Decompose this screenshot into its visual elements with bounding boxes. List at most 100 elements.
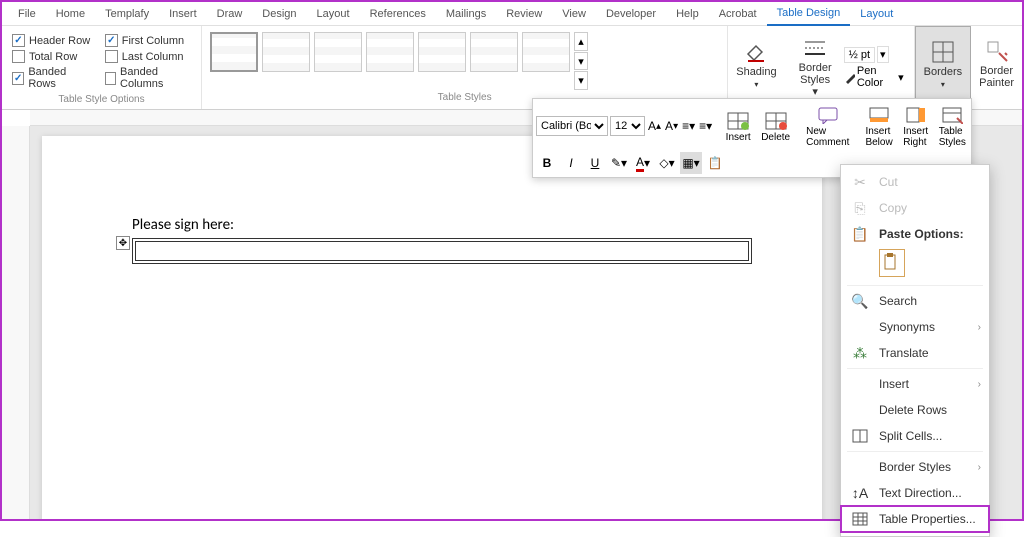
table-style-thumb[interactable] — [314, 32, 362, 72]
tab-view[interactable]: View — [552, 2, 596, 26]
table-style-thumb[interactable] — [418, 32, 466, 72]
bullets-icon: ≡ — [682, 119, 689, 133]
tab-references[interactable]: References — [360, 2, 436, 26]
tab-design[interactable]: Design — [252, 2, 306, 26]
paste-option-keep-source[interactable] — [879, 249, 905, 277]
check-banded-columns[interactable]: Banded Columns — [105, 66, 191, 90]
pen-color-button[interactable]: Pen Color ▾ — [844, 65, 904, 89]
page[interactable]: Please sign here: ✥ — [42, 136, 822, 519]
insert-table-icon — [725, 110, 751, 132]
search-icon: 🔍 — [851, 293, 869, 309]
context-menu: ✂Cut ⎘Copy 📋Paste Options: 🔍Search Synon… — [840, 164, 990, 537]
table-insert-button[interactable]: Insert — [721, 108, 755, 145]
pen-icon — [844, 70, 855, 84]
highlight-icon: ✎ — [611, 156, 621, 170]
table-delete-button[interactable]: Delete — [757, 108, 794, 145]
grow-font-button[interactable]: A▴ — [647, 115, 662, 137]
pen-width[interactable]: ½ pt — [844, 47, 875, 63]
table-styles-icon — [939, 104, 965, 126]
table-style-thumb[interactable] — [210, 32, 258, 72]
gallery-scroll[interactable]: ▴ ▾ ▾ — [574, 32, 588, 90]
cm-synonyms[interactable]: Synonyms› — [841, 314, 989, 340]
border-painter-button[interactable]: BorderPainter — [971, 26, 1022, 102]
insert-right-button[interactable]: InsertRight — [899, 102, 933, 150]
tab-draw[interactable]: Draw — [207, 2, 253, 26]
tab-file[interactable]: File — [8, 2, 46, 26]
vertical-ruler[interactable] — [2, 126, 30, 519]
tab-review[interactable]: Review — [496, 2, 552, 26]
italic-button[interactable]: I — [560, 152, 582, 174]
chevron-right-icon: › — [978, 462, 981, 473]
chevron-right-icon: › — [978, 379, 981, 390]
highlight-button[interactable]: ✎▾ — [608, 152, 630, 174]
tab-table-design[interactable]: Table Design — [767, 2, 851, 26]
table-move-handle[interactable]: ✥ — [116, 236, 130, 250]
shrink-font-button[interactable]: A▾ — [664, 115, 679, 137]
check-header-row[interactable]: Header Row — [12, 34, 93, 47]
cm-split-cells[interactable]: Split Cells... — [841, 423, 989, 449]
cm-paste-label: 📋Paste Options: — [841, 221, 989, 247]
check-banded-rows[interactable]: Banded Rows — [12, 66, 93, 90]
translate-icon: ⁂ — [851, 345, 869, 361]
table-styles-gallery[interactable]: ▴ ▾ ▾ — [208, 30, 721, 92]
borders-icon — [931, 40, 955, 64]
check-total-row[interactable]: Total Row — [12, 50, 93, 63]
tab-insert[interactable]: Insert — [159, 2, 207, 26]
cm-insert[interactable]: Insert› — [841, 371, 989, 397]
tab-layout[interactable]: Layout — [307, 2, 360, 26]
border-styles-button[interactable]: Border StylesBorderStyles ▾ — [791, 33, 840, 103]
border-mini-button[interactable]: ▦▾ — [680, 152, 702, 174]
clear-formatting-button[interactable]: ◇▾ — [656, 152, 678, 174]
text-direction-icon: ↕A — [851, 485, 869, 501]
bullets-button[interactable]: ≡▾ — [681, 115, 696, 137]
cm-delete-rows[interactable]: Delete Rows — [841, 397, 989, 423]
table-styles-mini-button[interactable]: TableStyles — [935, 102, 970, 150]
tab-layout-context[interactable]: Layout — [850, 2, 903, 26]
scissors-icon: ✂ — [851, 174, 869, 190]
doc-table[interactable] — [132, 238, 752, 264]
cm-text-direction[interactable]: ↕AText Direction... — [841, 480, 989, 506]
font-color-button[interactable]: A▾ — [632, 152, 654, 174]
cm-table-properties[interactable]: Table Properties... — [841, 506, 989, 532]
clipboard-icon: 📋 — [708, 156, 723, 170]
tab-help[interactable]: Help — [666, 2, 709, 26]
insert-below-button[interactable]: InsertBelow — [861, 102, 896, 150]
cm-border-styles[interactable]: Border Styles› — [841, 454, 989, 480]
split-cells-icon — [851, 428, 869, 444]
tab-acrobat[interactable]: Acrobat — [709, 2, 767, 26]
numbering-button[interactable]: ≡▾ — [698, 115, 713, 137]
tab-developer[interactable]: Developer — [596, 2, 666, 26]
font-size-select[interactable]: 12 — [610, 116, 645, 136]
cm-cut[interactable]: ✂Cut — [841, 169, 989, 195]
comment-icon — [815, 104, 841, 126]
new-comment-button[interactable]: NewComment — [802, 102, 853, 150]
borders-button[interactable]: Borders▾ — [915, 26, 972, 102]
group-borders: Border StylesBorderStyles ▾ ½ pt▾ Pen Co… — [785, 26, 915, 109]
ribbon-tabs: File Home Templafy Insert Draw Design La… — [2, 2, 1022, 26]
paste-mini-button[interactable]: 📋 — [704, 152, 726, 174]
border-styles-icon — [803, 37, 827, 61]
doc-text[interactable]: Please sign here: — [132, 216, 802, 234]
numbering-icon: ≡ — [699, 119, 706, 133]
underline-button[interactable]: U — [584, 152, 606, 174]
cm-search[interactable]: 🔍Search — [841, 288, 989, 314]
check-last-column[interactable]: Last Column — [105, 50, 191, 63]
cm-copy[interactable]: ⎘Copy — [841, 195, 989, 221]
table-style-thumb[interactable] — [470, 32, 518, 72]
copy-icon: ⎘ — [851, 200, 869, 216]
font-family-select[interactable]: Calibri (Bo — [536, 116, 608, 136]
paint-bucket-icon — [744, 40, 768, 64]
border-painter-icon — [985, 39, 1009, 63]
delete-table-icon — [763, 110, 789, 132]
shading-button[interactable]: Shading▾ — [728, 26, 784, 102]
table-style-thumb[interactable] — [522, 32, 570, 72]
clipboard-icon: 📋 — [851, 226, 869, 242]
tab-templafy[interactable]: Templafy — [95, 2, 159, 26]
cm-translate[interactable]: ⁂Translate — [841, 340, 989, 366]
table-style-thumb[interactable] — [366, 32, 414, 72]
bold-button[interactable]: B — [536, 152, 558, 174]
tab-home[interactable]: Home — [46, 2, 95, 26]
table-style-thumb[interactable] — [262, 32, 310, 72]
check-first-column[interactable]: First Column — [105, 34, 191, 47]
tab-mailings[interactable]: Mailings — [436, 2, 496, 26]
